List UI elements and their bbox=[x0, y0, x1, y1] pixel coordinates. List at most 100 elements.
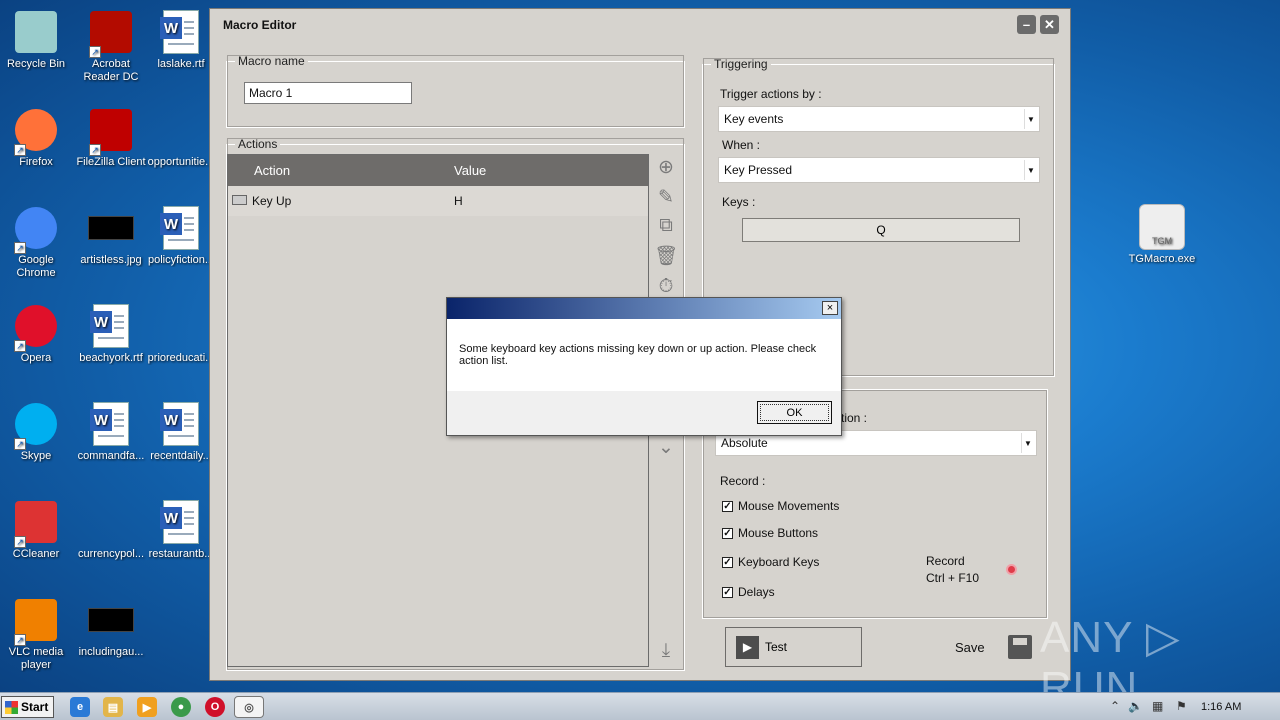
edit-action-icon[interactable]: ✎ bbox=[653, 185, 679, 209]
desktop-icon-label: beachyork.rtf bbox=[79, 352, 143, 364]
when-select[interactable]: Key Pressed ▼ bbox=[718, 157, 1040, 183]
dialog-close-button[interactable]: × bbox=[822, 301, 838, 315]
tray-expand-icon[interactable]: ⌃ bbox=[1110, 699, 1120, 713]
position-mode-value: Absolute bbox=[721, 436, 768, 450]
image-file-icon bbox=[87, 596, 135, 644]
ok-button[interactable]: OK bbox=[757, 401, 832, 424]
record-label: Record : bbox=[720, 474, 766, 488]
test-button[interactable]: ▶ Test bbox=[725, 627, 862, 667]
desktop-icon-label: recentdaily... bbox=[150, 450, 212, 462]
checkbox-delays[interactable]: ✓ Delays bbox=[722, 585, 775, 599]
tgmacro-icon: TGM bbox=[1139, 204, 1185, 250]
chrome-icon: ↗ bbox=[12, 204, 60, 254]
desktop-icon[interactable]: ↗ CCleaner bbox=[0, 498, 74, 561]
windows-flag-icon bbox=[5, 700, 18, 714]
chevron-down-icon: ▼ bbox=[1024, 109, 1037, 129]
desktop-icon[interactable]: currencypol... bbox=[73, 498, 149, 561]
checkbox-label: Mouse Movements bbox=[738, 499, 840, 513]
desktop-icon[interactable]: ↗ Skype bbox=[0, 400, 74, 463]
delay-timer-icon[interactable]: ⏱ bbox=[653, 275, 679, 299]
explorer-taskbar-icon[interactable]: ▤ bbox=[103, 697, 123, 717]
desktop-icon-label: Acrobat Reader DC bbox=[83, 58, 139, 83]
add-action-icon[interactable]: ⊕ bbox=[653, 155, 679, 179]
desktop-icon[interactable]: ↗ Opera bbox=[0, 302, 74, 365]
desktop-icon[interactable]: Wlaslake.rtf bbox=[143, 8, 219, 71]
shortcut-arrow-icon: ↗ bbox=[14, 144, 26, 156]
desktop-icon[interactable]: ↗ VLC media player bbox=[0, 596, 74, 672]
checkbox-label: Delays bbox=[738, 585, 775, 599]
macro-name-input[interactable]: Macro 1 bbox=[244, 82, 412, 104]
position-label-partial: tion : bbox=[841, 411, 868, 425]
table-row[interactable]: Key Up H bbox=[228, 186, 648, 216]
desktop-icon[interactable]: Wcommandfa... bbox=[73, 400, 149, 463]
desktop-icon-label: opportunitie... bbox=[147, 156, 215, 168]
blank-file-icon bbox=[87, 498, 135, 546]
macro-name-legend: Macro name bbox=[238, 54, 305, 68]
action-center-flag-icon[interactable]: ⚑ bbox=[1176, 699, 1187, 713]
desktop-icon-label: CCleaner bbox=[12, 548, 60, 560]
import-icon[interactable]: ⤓ bbox=[653, 639, 679, 663]
word-doc-icon: W bbox=[157, 204, 205, 252]
tgmacro-badge: TGM bbox=[1152, 236, 1172, 246]
checkbox-label: Keyboard Keys bbox=[738, 555, 820, 569]
desktop-icon[interactable]: Wrestaurantb... bbox=[143, 498, 219, 561]
close-window-button[interactable]: ✕ bbox=[1040, 15, 1059, 34]
clock[interactable]: 1:16 AM bbox=[1201, 701, 1241, 713]
desktop-icon-label: commandfa... bbox=[77, 450, 145, 462]
media-player-taskbar-icon[interactable]: ▶ bbox=[137, 697, 157, 717]
checkbox-box: ✓ bbox=[722, 527, 733, 539]
floppy-save-icon[interactable] bbox=[1008, 635, 1032, 659]
desktop-icon-label: Recycle Bin bbox=[6, 58, 66, 70]
checkbox-mouse-movements[interactable]: ✓ Mouse Movements bbox=[722, 499, 839, 513]
checkbox-keyboard-keys[interactable]: ✓ Keyboard Keys bbox=[722, 555, 819, 569]
move-bottom-icon[interactable]: ⌄ bbox=[653, 435, 679, 459]
save-button[interactable]: Save bbox=[955, 640, 985, 655]
desktop-icon[interactable]: Wbeachyork.rtf bbox=[73, 302, 149, 365]
tgmacro-taskbar-icon[interactable]: ◎ bbox=[234, 696, 264, 718]
desktop-icon-label: FileZilla Client bbox=[76, 156, 146, 168]
opera-taskbar-icon[interactable]: O bbox=[205, 697, 225, 717]
desktop-icon[interactable]: includingau... bbox=[73, 596, 149, 659]
desktop-icon[interactable]: ↗ Google Chrome bbox=[0, 204, 74, 280]
desktop-icon[interactable]: ↗ Firefox bbox=[0, 106, 74, 169]
dialog-title-bar: × bbox=[447, 298, 841, 319]
desktop-icon-label: currencypol... bbox=[77, 548, 145, 560]
image-file-icon bbox=[87, 204, 135, 252]
keys-capture-field[interactable]: Q bbox=[742, 218, 1020, 242]
test-label: Test bbox=[765, 640, 788, 654]
error-dialog: × Some keyboard key actions missing key … bbox=[446, 297, 842, 436]
desktop-icon-label: laslake.rtf bbox=[157, 58, 205, 70]
start-button[interactable]: Start bbox=[1, 696, 54, 718]
checkbox-mouse-buttons[interactable]: ✓ Mouse Buttons bbox=[722, 526, 818, 540]
desktop-icon-label: artistless.jpg bbox=[80, 254, 142, 266]
word-doc-icon: W bbox=[157, 8, 205, 56]
desktop-icon[interactable]: prioreducati... bbox=[143, 302, 219, 365]
desktop-icon[interactable]: ↗ FileZilla Client bbox=[73, 106, 149, 169]
desktop-icon[interactable]: artistless.jpg bbox=[73, 204, 149, 267]
trigger-select[interactable]: Key events ▼ bbox=[718, 106, 1040, 132]
delete-action-icon[interactable]: 🗑 bbox=[653, 244, 679, 268]
chrome-taskbar-icon[interactable]: ● bbox=[171, 697, 191, 717]
column-header-value[interactable]: Value bbox=[454, 163, 486, 178]
shortcut-arrow-icon: ↗ bbox=[89, 144, 101, 156]
tgmacro-label: TGMacro.exe bbox=[1128, 253, 1196, 265]
shortcut-arrow-icon: ↗ bbox=[14, 242, 26, 254]
desktop-icon[interactable]: opportunitie... bbox=[143, 106, 219, 169]
volume-icon[interactable]: 🔈 bbox=[1128, 699, 1143, 713]
ie-taskbar-icon[interactable]: e bbox=[70, 697, 90, 717]
trigger-label: Trigger actions by : bbox=[720, 87, 822, 101]
record-indicator-icon[interactable] bbox=[1006, 564, 1017, 575]
keys-label: Keys : bbox=[722, 195, 756, 209]
duplicate-action-icon[interactable]: ⧉ bbox=[653, 214, 679, 238]
filezilla-icon: ↗ bbox=[87, 106, 135, 156]
desktop-icon[interactable]: Wrecentdaily... bbox=[143, 400, 219, 463]
desktop-icon[interactable]: Wpolicyfiction... bbox=[143, 204, 219, 267]
desktop-icon[interactable]: ↗ Acrobat Reader DC bbox=[73, 8, 149, 84]
desktop-icon[interactable]: Recycle Bin bbox=[0, 8, 74, 71]
triggering-legend: Triggering bbox=[714, 57, 768, 71]
tgmacro-desktop-icon[interactable]: TGM TGMacro.exe bbox=[1127, 204, 1197, 265]
column-header-action[interactable]: Action bbox=[254, 163, 290, 178]
actions-legend: Actions bbox=[238, 137, 278, 151]
minimize-button[interactable]: – bbox=[1017, 15, 1036, 34]
network-icon[interactable]: ▦ bbox=[1152, 699, 1163, 713]
